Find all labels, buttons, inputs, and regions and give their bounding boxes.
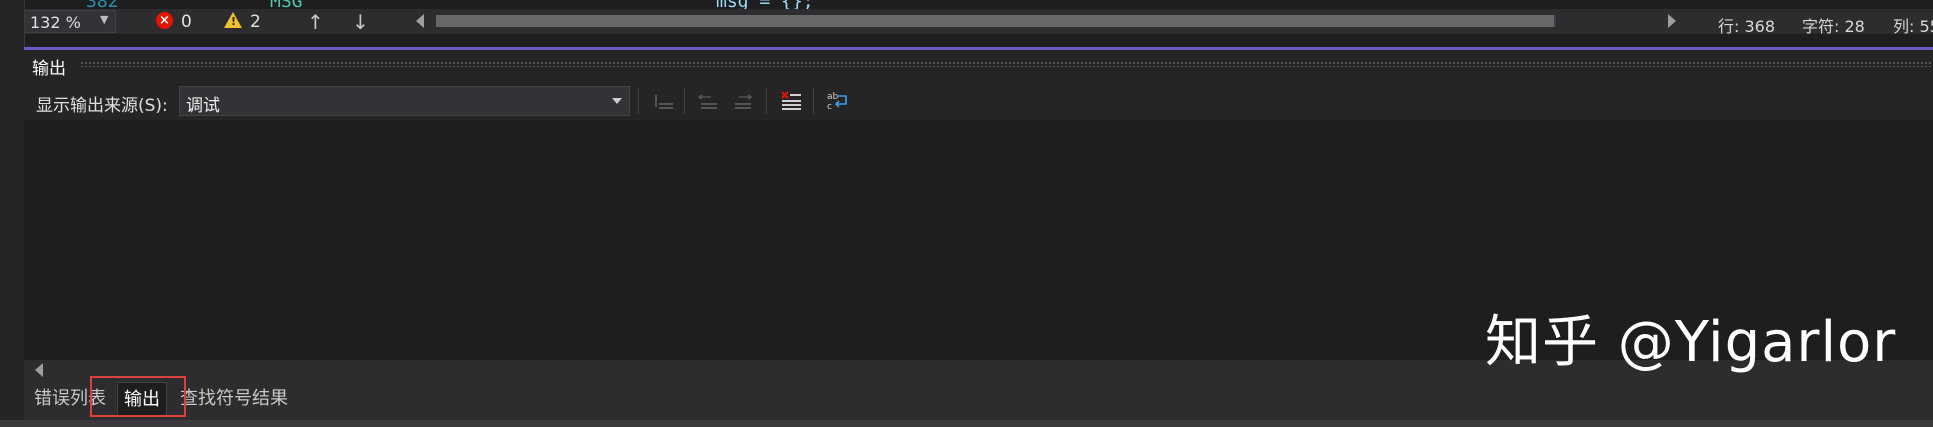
clear-all-icon[interactable] [777, 88, 805, 114]
svg-text:ab: ab [827, 92, 839, 102]
left-gutter [0, 0, 25, 427]
watermark: 知乎 @Yigarlor [1485, 310, 1897, 375]
tab-find-symbol-results[interactable]: 查找符号结果 [174, 382, 294, 416]
error-count[interactable]: 0 [181, 12, 192, 32]
code-fragment: MSG [270, 0, 303, 9]
editor-hscroll-thumb[interactable] [436, 15, 1554, 27]
warning-mark: ! [231, 15, 237, 28]
output-source-select[interactable] [179, 86, 630, 116]
toolbar-separator [813, 88, 814, 114]
next-message-icon[interactable] [729, 88, 757, 114]
warning-count[interactable]: 2 [250, 12, 261, 32]
toolbar-separator [638, 88, 639, 114]
window-bottom-edge [0, 420, 1933, 427]
panel-drag-grip[interactable] [80, 61, 1933, 67]
arrow-up-icon[interactable]: ↑ [307, 10, 324, 34]
error-icon[interactable]: × [156, 12, 173, 29]
previous-message-icon[interactable] [695, 88, 723, 114]
toolbar-separator [684, 88, 685, 114]
highlight-box [90, 376, 186, 417]
find-message-in-code-icon[interactable] [650, 88, 678, 114]
editor-remnant: 382 MSG msg = {}; [0, 0, 1933, 9]
output-source-label: 显示输出来源(S): [36, 96, 168, 116]
bottom-tab-bar [24, 380, 1933, 420]
scroll-right-icon[interactable] [1668, 14, 1676, 28]
chevron-down-icon[interactable] [612, 98, 622, 104]
panel-title: 输出 [32, 59, 66, 79]
scroll-left-icon[interactable] [416, 14, 424, 28]
zoom-value: 132 % [30, 13, 81, 32]
arrow-down-icon[interactable]: ↓ [352, 10, 369, 34]
scroll-left-icon[interactable] [35, 363, 43, 377]
line-number: 382 [86, 0, 119, 9]
code-fragment: msg = {}; [716, 0, 814, 9]
char-position: 字符: 28 [1802, 17, 1865, 36]
line-position: 行: 368 [1718, 17, 1776, 36]
svg-text:c: c [827, 102, 832, 112]
output-source-value: 调试 [186, 96, 220, 116]
chevron-down-icon[interactable]: ▼ [100, 13, 108, 26]
col-position: 列: 55 [1893, 17, 1933, 36]
toolbar-separator [766, 88, 767, 114]
toggle-word-wrap-icon[interactable]: ab c [824, 88, 852, 114]
